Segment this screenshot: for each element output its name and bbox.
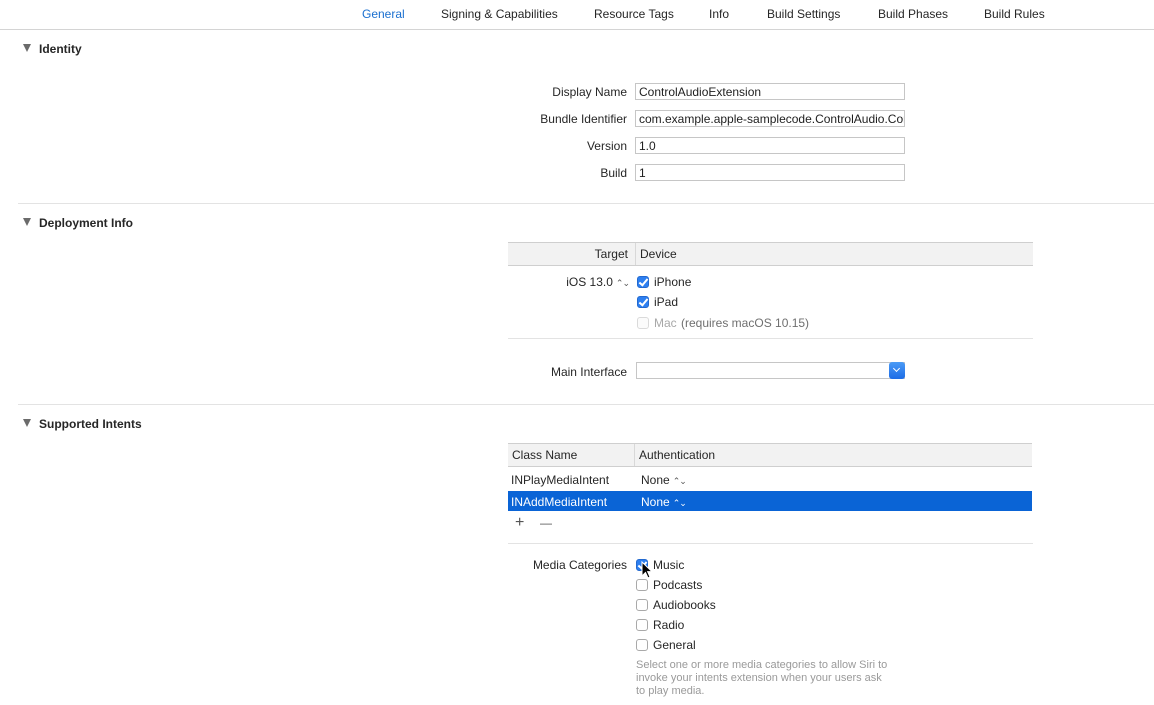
mouse-pointer-icon (641, 561, 653, 579)
authentication-column-header: Authentication (639, 448, 716, 462)
intents-table-header: Class Name Authentication (508, 443, 1032, 467)
target-os-popup[interactable]: iOS 13.0 ⌃⌄ (566, 275, 630, 289)
remove-button[interactable]: — (540, 516, 552, 530)
column-separator (634, 444, 635, 466)
help-line: invoke your intents extension when your … (636, 672, 882, 684)
help-line: to play media. (636, 685, 705, 697)
stepper-arrows-icon: ⌃⌄ (672, 498, 687, 508)
deployment-section-header[interactable]: Deployment Info (23, 216, 133, 230)
authentication-value: None (641, 473, 670, 487)
ipad-checkbox[interactable] (637, 296, 649, 308)
intent-class-name: INAddMediaIntent (511, 495, 608, 509)
help-line: Select one or more media categories to a… (636, 659, 888, 671)
tab-build-phases[interactable]: Build Phases (878, 7, 948, 21)
main-interface-combobox[interactable] (636, 362, 905, 379)
version-field[interactable]: 1.0 (635, 137, 905, 154)
intent-class-name: INPlayMediaIntent (511, 473, 610, 487)
authentication-popup[interactable]: None ⌃⌄ (641, 473, 687, 487)
tab-build-settings[interactable]: Build Settings (767, 7, 840, 21)
table-row[interactable]: INPlayMediaIntent None ⌃⌄ (508, 469, 1032, 489)
radio-label: Radio (653, 618, 685, 632)
stepper-arrows-icon: ⌃⌄ (672, 476, 687, 486)
mac-checkbox (637, 317, 649, 329)
tab-info[interactable]: Info (709, 7, 729, 21)
audiobooks-label: Audiobooks (653, 598, 716, 612)
column-separator (635, 243, 636, 265)
ipad-label: iPad (654, 295, 679, 309)
general-checkbox[interactable] (636, 639, 648, 651)
stepper-arrows-icon: ⌃⌄ (615, 278, 630, 288)
class-name-column-header: Class Name (512, 448, 578, 462)
tab-signing-capabilities[interactable]: Signing & Capabilities (441, 7, 558, 21)
iphone-label: iPhone (654, 275, 692, 289)
intents-title: Supported Intents (39, 417, 142, 431)
radio-checkbox[interactable] (636, 619, 648, 631)
display-name-label: Display Name (552, 85, 627, 99)
intents-section-header[interactable]: Supported Intents (23, 417, 142, 431)
general-label: General (653, 638, 696, 652)
section-divider (18, 404, 1154, 405)
tab-bar: General Signing & Capabilities Resource … (0, 0, 1154, 30)
authentication-popup[interactable]: None ⌃⌄ (641, 495, 687, 509)
display-name-field[interactable]: ControlAudioExtension (635, 83, 905, 100)
subsection-divider (508, 338, 1033, 339)
podcasts-checkbox[interactable] (636, 579, 648, 591)
section-divider (18, 203, 1154, 204)
mac-requirement-note: (requires macOS 10.15) (681, 316, 810, 330)
media-categories-label: Media Categories (532, 558, 627, 572)
disclosure-triangle-icon[interactable] (23, 419, 31, 427)
target-column-header: Target (594, 247, 628, 261)
deployment-title: Deployment Info (39, 216, 134, 230)
podcasts-label: Podcasts (653, 578, 703, 592)
music-label: Music (653, 558, 685, 572)
build-field[interactable]: 1 (635, 164, 905, 181)
add-button[interactable]: + (515, 514, 524, 532)
tab-resource-tags[interactable]: Resource Tags (594, 7, 674, 21)
authentication-value: None (641, 495, 670, 509)
device-column-header: Device (640, 247, 677, 261)
disclosure-triangle-icon[interactable] (23, 44, 31, 52)
version-label: Version (586, 139, 627, 153)
build-label: Build (600, 166, 627, 180)
subsection-divider (508, 543, 1033, 544)
mac-label: Mac (654, 316, 677, 330)
chevron-down-icon[interactable] (889, 362, 905, 379)
media-categories-help-text: Select one or more media categories to a… (636, 659, 906, 698)
iphone-checkbox[interactable] (637, 276, 649, 288)
target-os-value: iOS 13.0 (566, 275, 613, 289)
tab-build-rules[interactable]: Build Rules (984, 7, 1045, 21)
bundle-identifier-label: Bundle Identifier (540, 112, 627, 126)
bundle-identifier-field[interactable]: com.example.apple-samplecode.ControlAudi… (635, 110, 905, 127)
main-interface-label: Main Interface (550, 365, 627, 379)
disclosure-triangle-icon[interactable] (23, 218, 31, 226)
tab-general[interactable]: General (362, 7, 405, 21)
identity-section-header[interactable]: Identity (23, 42, 82, 56)
identity-title: Identity (39, 42, 82, 56)
deployment-table-header: Target Device (508, 242, 1033, 266)
table-row-selected[interactable]: INAddMediaIntent None ⌃⌄ (508, 491, 1032, 511)
audiobooks-checkbox[interactable] (636, 599, 648, 611)
